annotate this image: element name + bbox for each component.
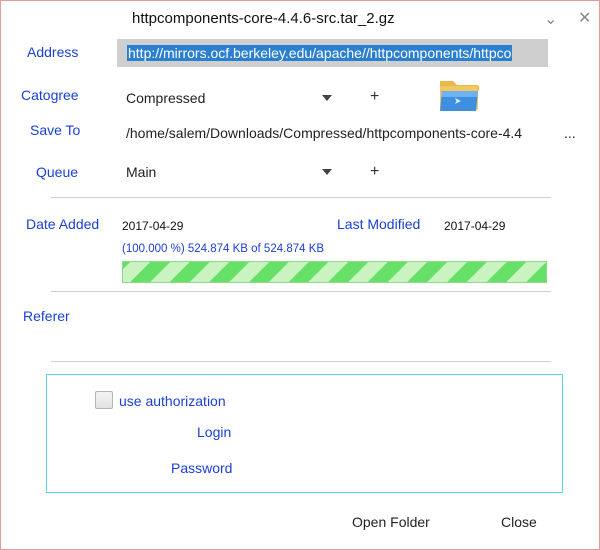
use-authorization-checkbox[interactable] (95, 391, 113, 409)
password-label: Password (171, 460, 233, 476)
save-to-path[interactable]: /home/salem/Downloads/Compressed/httpcom… (126, 125, 541, 141)
address-label: Address (27, 44, 79, 60)
last-modified-label: Last Modified (337, 216, 421, 232)
referer-label: Referer (23, 308, 70, 324)
address-value: http://mirrors.ocf.berkeley.edu/apache//… (127, 45, 513, 61)
divider (51, 291, 551, 292)
divider (51, 361, 551, 362)
progress-text: (100.000 %) 524.874 KB of 524.874 KB (122, 243, 325, 255)
address-field[interactable]: http://mirrors.ocf.berkeley.edu/apache//… (117, 39, 548, 67)
queue-select[interactable]: Main (126, 164, 156, 180)
authorization-panel (46, 374, 563, 493)
login-label: Login (197, 424, 232, 440)
date-added-value: 2017-04-29 (122, 219, 184, 233)
close-window-button[interactable]: ✕ (578, 8, 591, 28)
last-modified-value: 2017-04-29 (444, 219, 506, 233)
date-added-label: Date Added (26, 216, 100, 232)
download-properties-window: httpcomponents-core-4.4.6-src.tar_2.gz ⌄… (0, 0, 600, 550)
save-to-label: Save To (30, 122, 81, 138)
chevron-down-icon[interactable] (322, 169, 332, 175)
close-button[interactable]: Close (501, 514, 537, 530)
window-title: httpcomponents-core-4.4.6-src.tar_2.gz (132, 10, 395, 27)
open-folder-button[interactable]: Open Folder (352, 514, 430, 530)
chevron-down-icon[interactable] (322, 95, 332, 101)
minimize-button[interactable]: ⌄ (544, 9, 557, 29)
category-label: Catogree (21, 87, 79, 103)
queue-label: Queue (36, 164, 79, 180)
category-select[interactable]: Compressed (126, 90, 205, 106)
divider (51, 197, 551, 198)
browse-button[interactable]: ... (564, 125, 576, 141)
use-authorization-label[interactable]: use authorization (119, 393, 226, 409)
add-category-button[interactable]: + (370, 88, 379, 106)
add-queue-button[interactable]: + (370, 163, 379, 181)
progress-bar (122, 261, 547, 283)
folder-icon[interactable] (438, 77, 480, 113)
